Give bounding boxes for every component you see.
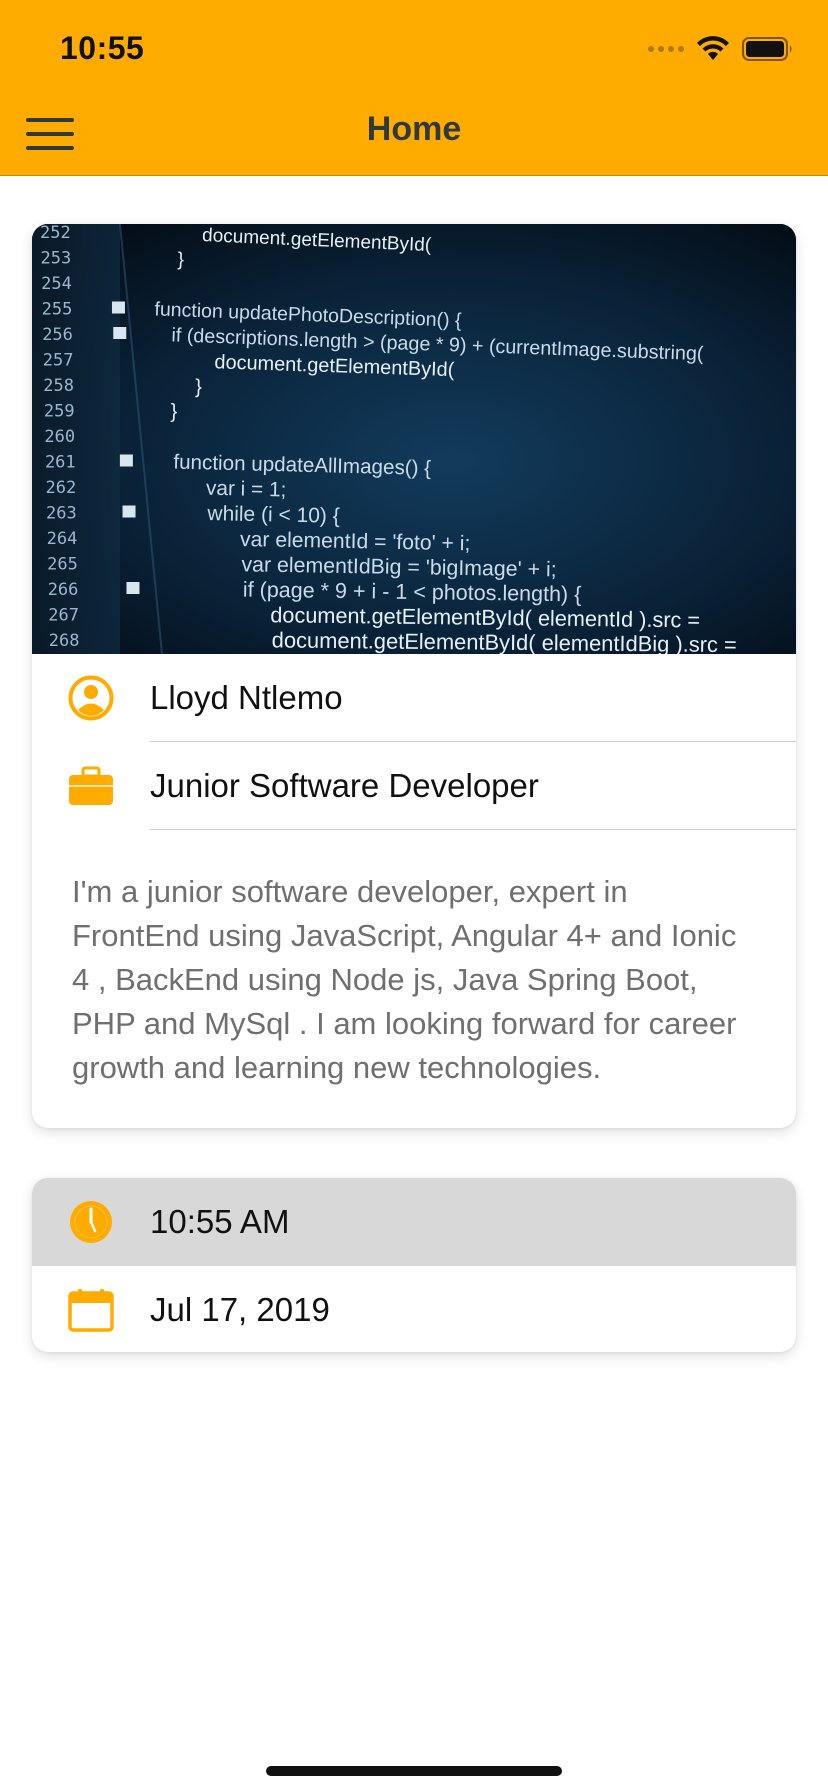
current-time: 10:55 AM bbox=[150, 1178, 796, 1266]
app-header: 10:55 Home bbox=[0, 0, 828, 176]
code-line-text: document.getElementById( elementIdBig ).… bbox=[272, 627, 737, 654]
code-line-number: 266 bbox=[48, 580, 79, 600]
briefcase-icon bbox=[69, 766, 113, 805]
battery-icon bbox=[742, 37, 792, 61]
time-row[interactable]: 10:55 AM bbox=[32, 1178, 796, 1266]
status-bar-icons bbox=[648, 36, 794, 62]
code-line-text: var i = 1; bbox=[206, 477, 287, 502]
code-line-number: 264 bbox=[47, 529, 78, 549]
wifi-icon bbox=[697, 36, 729, 60]
name-row: Lloyd Ntlemo bbox=[32, 654, 796, 742]
code-line-number: 267 bbox=[48, 606, 79, 626]
code-editor-image: 252 document.getElementById(253}254255 fun… bbox=[32, 224, 796, 654]
profile-card: 252 document.getElementById(253} 254 255 fun… bbox=[32, 224, 796, 1128]
code-line-number: 252 bbox=[40, 224, 71, 243]
fold-marker-icon bbox=[126, 582, 140, 594]
profile-job-title: Junior Software Developer bbox=[150, 742, 796, 830]
status-bar-time: 10:55 bbox=[60, 30, 145, 66]
home-indicator[interactable] bbox=[266, 1766, 562, 1776]
current-date: Jul 17, 2019 bbox=[150, 1266, 796, 1352]
page-title: Home bbox=[366, 110, 462, 148]
code-line-number: 256 bbox=[42, 325, 73, 345]
code-line-number: 254 bbox=[41, 274, 72, 294]
code-line-text: } bbox=[195, 376, 203, 398]
fold-marker-icon bbox=[122, 505, 136, 518]
code-line-number: 258 bbox=[43, 376, 74, 396]
code-line-text: } bbox=[170, 401, 178, 423]
person-circle-icon bbox=[68, 675, 114, 721]
code-line-number: 268 bbox=[49, 631, 80, 651]
datetime-card: 10:55 AM Jul 17, 2019 bbox=[32, 1178, 796, 1352]
job-row: Junior Software Developer bbox=[32, 742, 796, 830]
code-line-number: 257 bbox=[43, 351, 74, 371]
code-line-number: 255 bbox=[42, 300, 73, 320]
code-line-text: var elementId = 'foto' + i; bbox=[240, 528, 471, 555]
code-line-number: 259 bbox=[44, 402, 75, 422]
code-line-number: 261 bbox=[45, 453, 76, 473]
profile-bio: I'm a junior software developer, expert … bbox=[72, 874, 737, 1085]
code-line-text: while (i < 10) { bbox=[206, 502, 340, 528]
code-line-number: 263 bbox=[46, 504, 77, 524]
code-line-number: 265 bbox=[47, 555, 78, 575]
code-hero-image: 252 document.getElementById(253} 254 255 fun… bbox=[32, 224, 796, 654]
profile-name: Lloyd Ntlemo bbox=[150, 654, 796, 742]
clock-icon bbox=[70, 1201, 112, 1243]
fold-marker-icon bbox=[111, 301, 125, 314]
code-line-number: 260 bbox=[44, 427, 75, 447]
date-row[interactable]: Jul 17, 2019 bbox=[32, 1266, 796, 1352]
fold-marker-icon bbox=[119, 454, 133, 467]
code-line-number: 253 bbox=[41, 249, 72, 269]
calendar-icon bbox=[68, 1289, 114, 1332]
cellular-signal-icon bbox=[648, 46, 684, 52]
code-line-number: 262 bbox=[46, 478, 77, 498]
fold-marker-icon bbox=[113, 327, 127, 339]
